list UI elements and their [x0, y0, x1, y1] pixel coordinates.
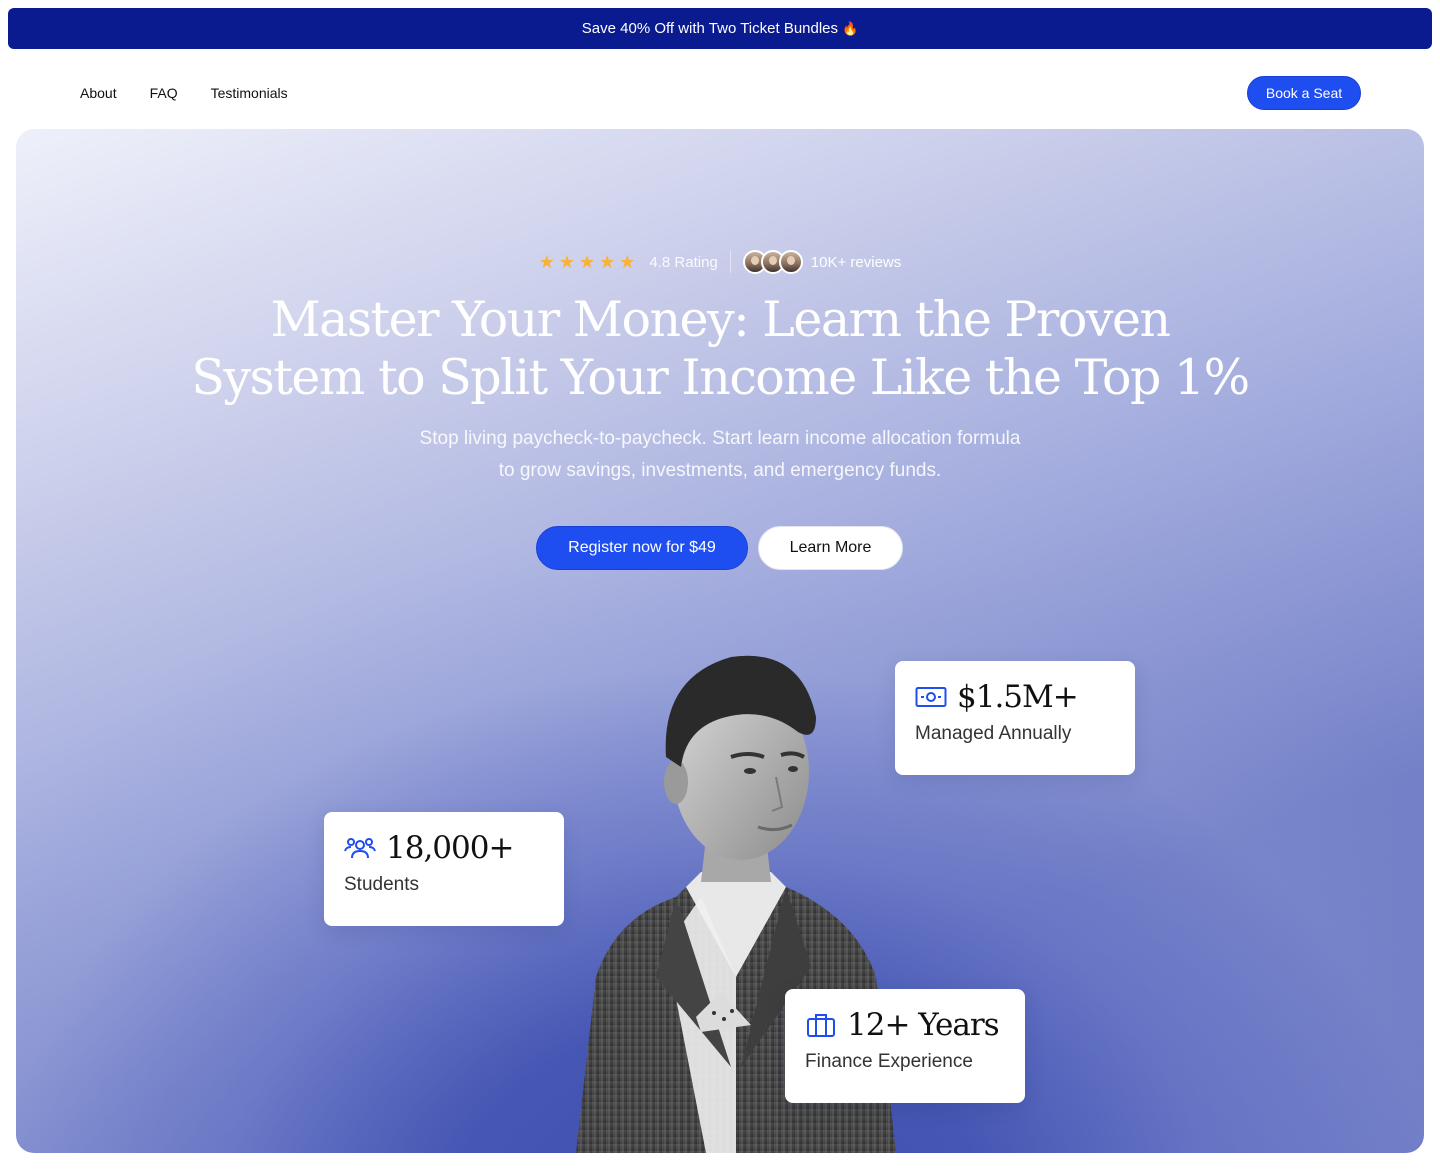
subtext-line-2: to grow savings, investments, and emerge… — [498, 460, 942, 481]
star-rating-icon: ★★★★★ — [538, 251, 640, 272]
reviews-count: 10K+ reviews — [810, 253, 902, 271]
money-icon — [915, 684, 947, 710]
nav-link-testimonials[interactable]: Testimonials — [211, 85, 288, 101]
stat-card-managed: $1.5M+ Managed Annually — [895, 661, 1135, 775]
rating-text: 4.8 Rating — [649, 253, 718, 271]
managed-value: $1.5M+ — [957, 679, 1079, 715]
briefcase-icon — [805, 1012, 837, 1038]
hero-subtext: Stop living paycheck-to-paycheck. Start … — [16, 423, 1424, 487]
stat-card-students: 18,000+ Students — [324, 812, 564, 926]
nav-link-faq[interactable]: FAQ — [150, 85, 178, 101]
years-label: Finance Experience — [805, 1051, 973, 1072]
headline-line-1: Master Your Money: Learn the Proven — [270, 291, 1171, 348]
hero-section: ★★★★★ 4.8 Rating 10K+ reviews Master You… — [16, 129, 1424, 1153]
nav-links: About FAQ Testimonials — [80, 85, 288, 101]
subtext-line-1: Stop living paycheck-to-paycheck. Start … — [419, 428, 1021, 449]
users-icon — [344, 835, 376, 861]
headline-line-2: System to Split Your Income Like the Top… — [191, 349, 1250, 406]
register-button[interactable]: Register now for $49 — [536, 526, 748, 570]
students-value: 18,000+ — [386, 830, 514, 866]
years-value: 12+ Years — [847, 1007, 1000, 1043]
stat-card-years: 12+ Years Finance Experience — [785, 989, 1025, 1103]
reviewer-avatars — [742, 250, 803, 274]
managed-label: Managed Annually — [915, 723, 1072, 744]
avatar — [778, 250, 803, 274]
nav-link-about[interactable]: About — [80, 85, 117, 101]
top-navigation: About FAQ Testimonials Book a Seat — [0, 49, 1440, 129]
hero-headline: Master Your Money: Learn the Proven Syst… — [16, 291, 1424, 407]
rating-divider — [729, 251, 731, 273]
book-a-seat-button[interactable]: Book a Seat — [1247, 76, 1361, 110]
promo-banner[interactable]: Save 40% Off with Two Ticket Bundles 🔥 — [8, 8, 1432, 49]
students-label: Students — [344, 874, 419, 895]
cta-row: Register now for $49 Learn More — [536, 526, 903, 570]
rating-row: ★★★★★ 4.8 Rating 10K+ reviews — [16, 247, 1424, 277]
promo-text: Save 40% Off with Two Ticket Bundles — [581, 20, 839, 37]
flame-icon: 🔥 — [842, 20, 859, 36]
learn-more-button[interactable]: Learn More — [758, 526, 903, 570]
